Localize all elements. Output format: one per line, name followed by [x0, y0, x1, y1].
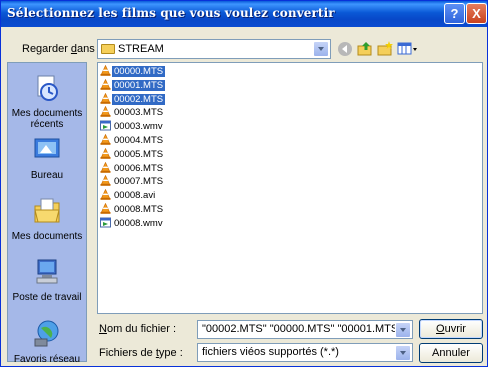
chevron-down-icon[interactable]	[395, 345, 411, 361]
vlc-cone-icon	[100, 78, 111, 90]
file-item[interactable]: 00008.MTS	[100, 202, 165, 216]
wmv-file-icon	[100, 120, 111, 131]
filename-label: Nom du fichier :	[99, 323, 177, 335]
my-computer-icon	[36, 259, 58, 284]
desktop-icon	[34, 138, 60, 158]
place-my-computer[interactable]: Poste de travail	[8, 257, 86, 303]
wmv-file-icon	[100, 217, 111, 228]
open-button[interactable]: Ouvrir	[419, 319, 483, 339]
file-name: 00003.wmv	[114, 121, 163, 133]
file-name: 00008.wmv	[114, 217, 163, 229]
filetype-value: fichiers viéos supportés (*.*)	[202, 346, 339, 358]
place-label: Bureau	[30, 170, 64, 181]
vlc-cone-icon	[100, 147, 111, 159]
window-title: Sélectionnez les films que vous voulez c…	[7, 6, 335, 20]
file-name: 00003.MTS	[114, 107, 164, 119]
file-item[interactable]: 00002.MTS	[100, 92, 166, 106]
file-item[interactable]: 00003.wmv	[100, 120, 165, 133]
vlc-cone-icon	[100, 202, 111, 214]
file-name: 00007.MTS	[114, 176, 164, 188]
file-name: 00005.MTS	[114, 148, 164, 160]
vlc-cone-icon	[100, 64, 111, 76]
place-my-documents[interactable]: Mes documents	[8, 196, 86, 242]
vlc-cone-icon	[100, 188, 111, 200]
close-button[interactable]: X	[466, 3, 487, 24]
view-menu-icon[interactable]	[397, 41, 419, 57]
file-name: 00002.MTS	[112, 93, 166, 105]
vlc-cone-icon	[100, 92, 111, 104]
file-item[interactable]: 00003.MTS	[100, 106, 165, 119]
file-item[interactable]: 00008.avi	[100, 188, 157, 202]
place-label: Mes documents	[11, 231, 83, 242]
file-item[interactable]: 00000.MTS	[100, 64, 166, 78]
file-name: 00008.avi	[114, 190, 156, 202]
file-name: 00001.MTS	[112, 79, 166, 91]
recent-documents-icon	[37, 75, 58, 101]
up-folder-icon[interactable]	[357, 41, 373, 57]
look-in-label: Regarder dans :	[22, 43, 101, 55]
file-item[interactable]: 00006.MTS	[100, 161, 165, 175]
open-file-dialog: Sélectionnez les films que vous voulez c…	[0, 0, 488, 367]
new-folder-icon[interactable]	[377, 41, 393, 57]
back-icon[interactable]	[337, 41, 353, 57]
file-item[interactable]: 00004.MTS	[100, 133, 165, 147]
filetype-label: Fichiers de type :	[99, 347, 183, 359]
file-name: 00004.MTS	[114, 135, 164, 146]
network-places-icon	[34, 320, 59, 347]
file-list[interactable]: 00000.MTS 00001.MTS 00002.MTS 00003.MTS 0000…	[97, 62, 483, 314]
my-documents-icon	[34, 198, 60, 223]
file-item[interactable]: 00008.wmv	[100, 217, 165, 230]
vlc-cone-icon	[100, 133, 111, 145]
cancel-button[interactable]: Annuler	[419, 343, 483, 363]
look-in-combobox[interactable]: STREAM	[97, 39, 331, 59]
file-name: 00006.MTS	[114, 162, 164, 174]
filetype-select[interactable]: fichiers viéos supportés (*.*)	[197, 343, 413, 362]
filename-value: "00002.MTS" "00000.MTS" "00001.MTS"	[202, 323, 403, 335]
file-item[interactable]: 00007.MTS	[100, 175, 165, 188]
vlc-cone-icon	[100, 175, 111, 187]
filename-input[interactable]: "00002.MTS" "00000.MTS" "00001.MTS"	[197, 320, 413, 339]
title-bar[interactable]: Sélectionnez les films que vous voulez c…	[1, 1, 487, 27]
place-network[interactable]: Favoris réseau	[8, 319, 86, 365]
file-item[interactable]: 00005.MTS	[100, 147, 165, 161]
look-in-value: STREAM	[118, 43, 164, 55]
folder-icon	[101, 44, 115, 54]
place-label: Poste de travail	[12, 292, 82, 303]
file-item[interactable]: 00001.MTS	[100, 78, 166, 92]
place-recent-documents[interactable]: Mes documents récents	[8, 73, 86, 130]
vlc-cone-icon	[100, 161, 111, 173]
file-name: 00000.MTS	[112, 66, 166, 77]
place-label: Mes documents récents	[11, 108, 83, 130]
file-name: 00008.MTS	[114, 204, 164, 215]
place-desktop[interactable]: Bureau	[8, 135, 86, 181]
place-label: Favoris réseau	[13, 354, 81, 365]
places-bar: Mes documents récents Bureau Mes documen…	[7, 62, 87, 365]
chevron-down-icon[interactable]	[395, 322, 411, 338]
vlc-cone-icon	[100, 106, 111, 118]
chevron-down-icon[interactable]	[313, 41, 329, 57]
help-button[interactable]: ?	[444, 3, 465, 24]
